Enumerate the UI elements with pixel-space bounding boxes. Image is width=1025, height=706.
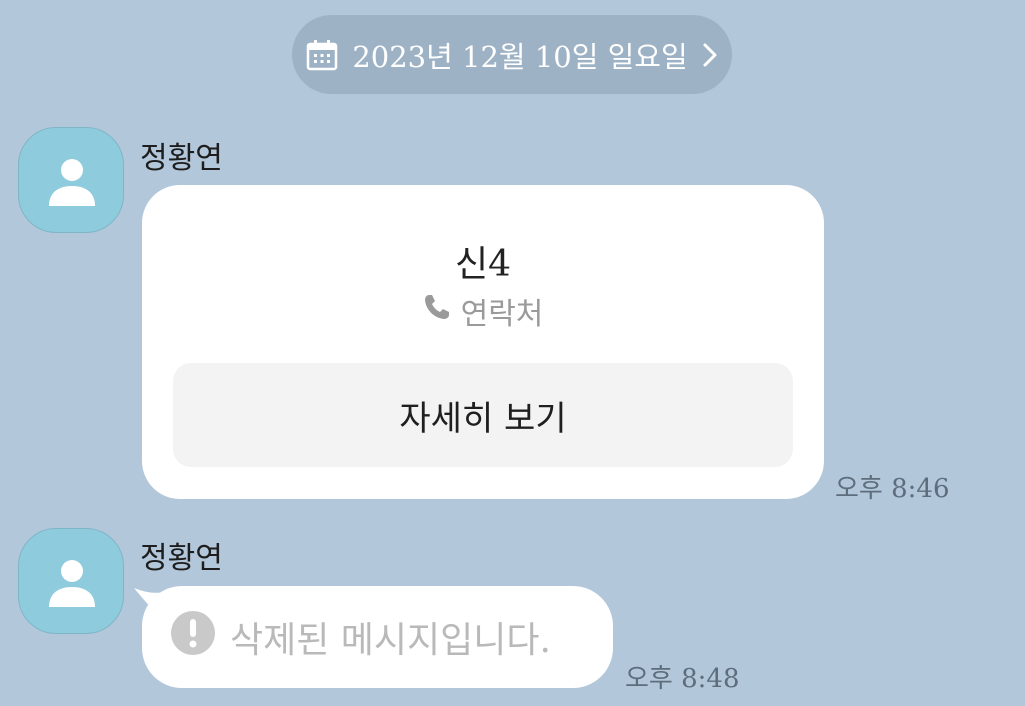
contact-subtitle: 연락처 bbox=[460, 297, 544, 332]
date-header-button[interactable]: 2023년 12월 10일 일요일 bbox=[292, 15, 732, 94]
contact-name: 신4 bbox=[454, 244, 512, 285]
message-time: 오후 8:46 bbox=[835, 474, 950, 504]
avatar[interactable] bbox=[18, 528, 124, 634]
deleted-message-text: 삭제된 메시지입니다. bbox=[230, 620, 551, 661]
phone-icon bbox=[423, 293, 451, 329]
person-icon bbox=[49, 159, 95, 206]
sender-name: 정황연 bbox=[140, 141, 223, 176]
chevron-right-icon bbox=[702, 42, 718, 68]
person-icon bbox=[49, 560, 95, 607]
deleted-message-bubble[interactable]: 삭제된 메시지입니다. bbox=[142, 586, 613, 688]
date-label: 2023년 12월 10일 일요일 bbox=[352, 39, 688, 74]
exclamation-icon bbox=[170, 610, 216, 665]
contact-card[interactable]: 신4 연락처 자세히 보기 bbox=[142, 185, 824, 499]
view-details-button[interactable]: 자세히 보기 bbox=[173, 363, 793, 467]
calendar-icon bbox=[306, 39, 338, 71]
contact-subtitle-row: 연락처 bbox=[142, 289, 824, 333]
message-time: 오후 8:48 bbox=[625, 664, 740, 694]
avatar[interactable] bbox=[18, 127, 124, 233]
sender-name: 정황연 bbox=[140, 541, 223, 576]
